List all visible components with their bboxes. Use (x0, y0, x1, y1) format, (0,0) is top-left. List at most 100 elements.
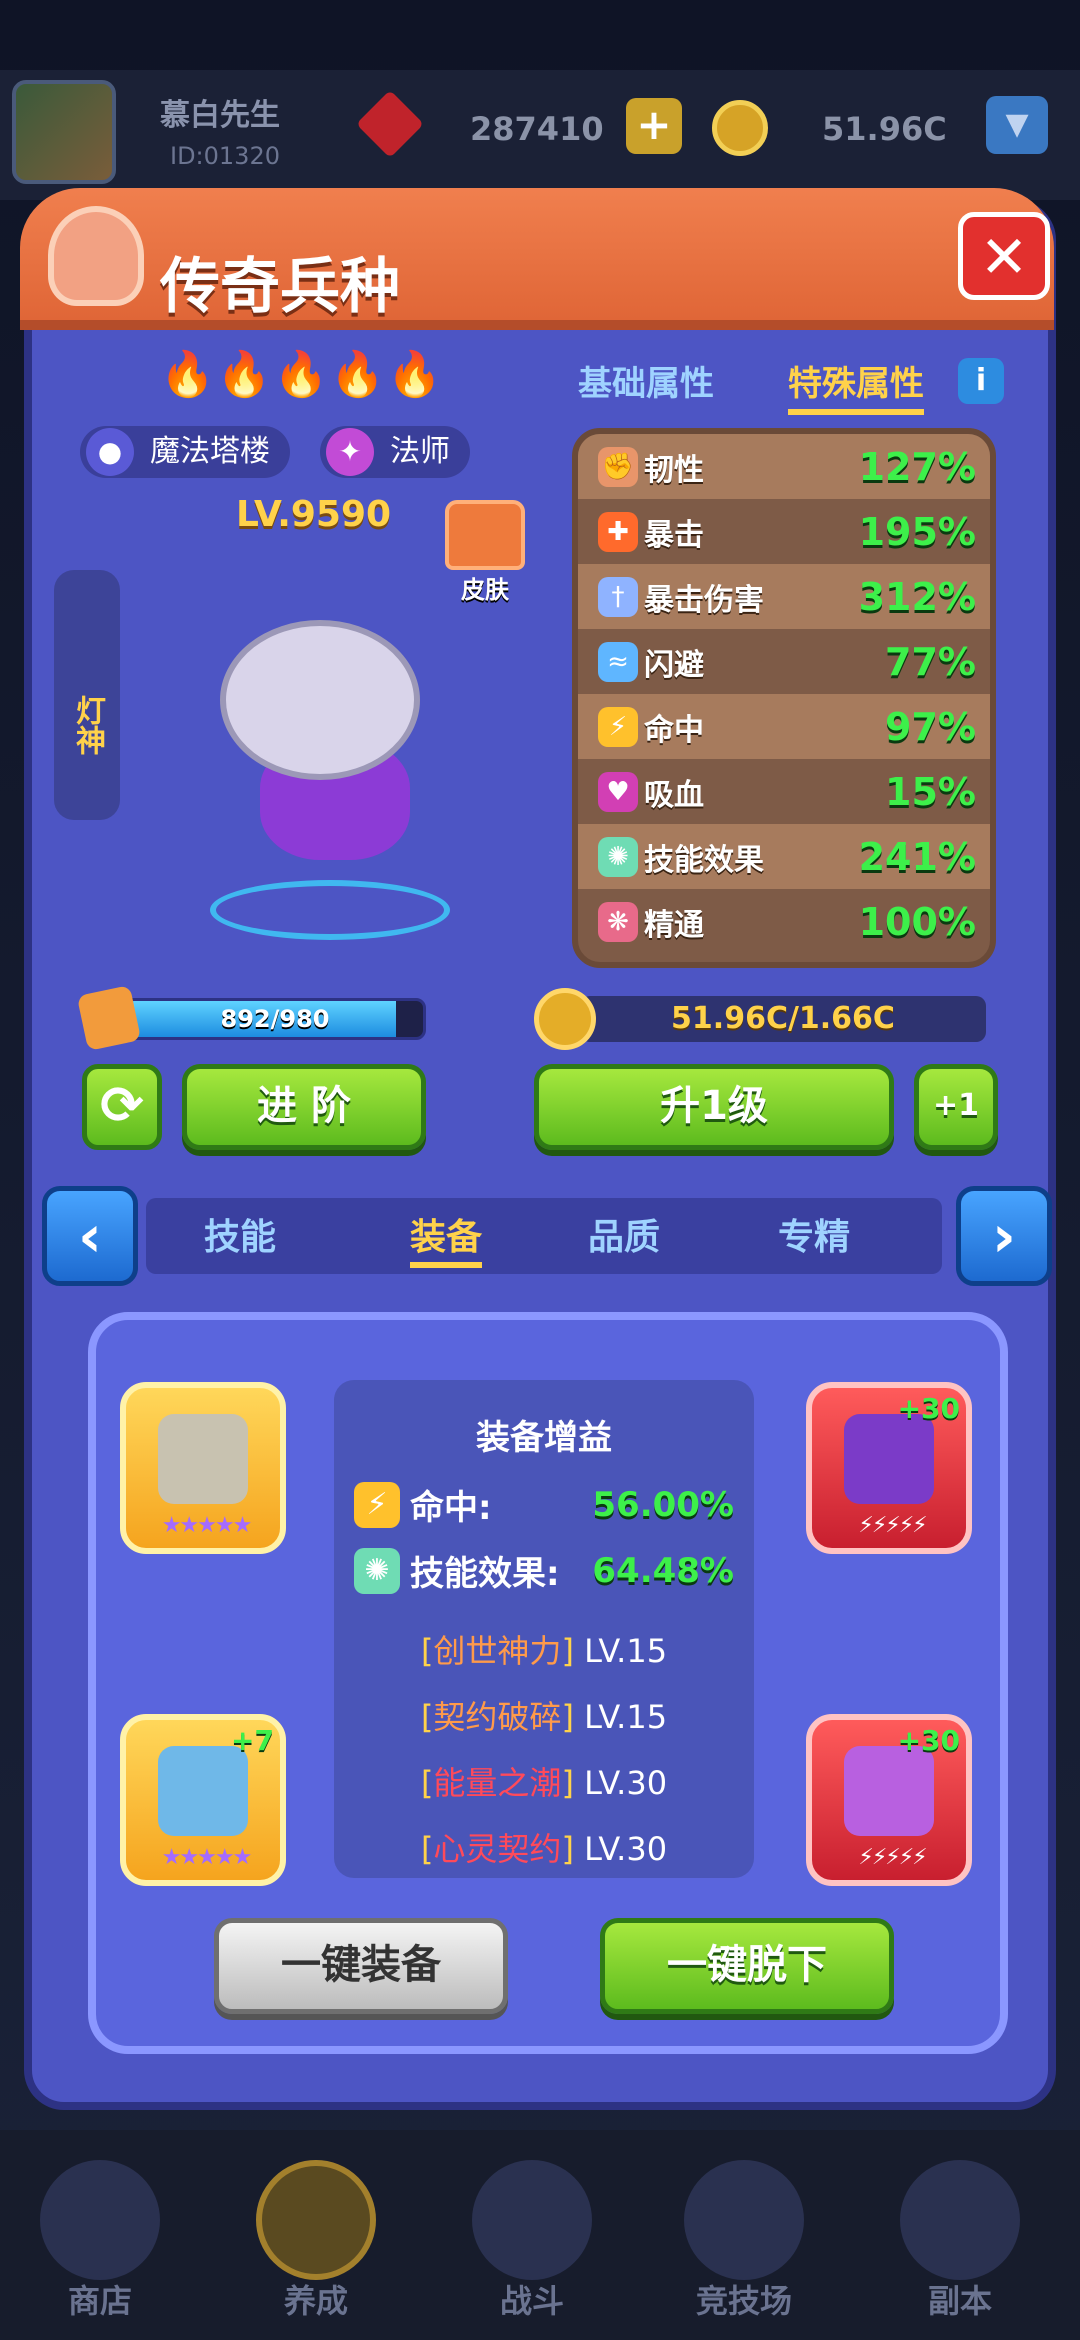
tower-label: 魔法塔楼 (150, 434, 270, 469)
tab-equipment[interactable]: 装备 (410, 1208, 483, 1268)
hero-portrait (180, 580, 500, 950)
nav-shop[interactable]: 商店 (20, 2160, 180, 2340)
plus-one-button[interactable]: +1 (914, 1064, 998, 1150)
class-label: 法师 (390, 434, 450, 469)
mage-icon: ✦ (326, 428, 374, 476)
bonus-label: 命中: (410, 1488, 492, 1528)
hero-base-ring (210, 880, 450, 940)
tab-quality[interactable]: 品质 (588, 1208, 660, 1260)
gift-icon (40, 2160, 160, 2280)
bonus-skill-effect: ✺ 技能效果: 64.48% (354, 1546, 734, 1595)
puzzle-piece-icon (76, 984, 142, 1052)
bonus-value: 64.48% (592, 1550, 734, 1591)
tab-special-attributes[interactable]: 特殊属性 (788, 356, 924, 415)
shard-progress-text: 892/980 (220, 1005, 330, 1033)
set-skill: [创世神力] LV.15 (420, 1632, 668, 1670)
weapon-slot[interactable]: +7 ★★★★★ (120, 1714, 286, 1886)
set-skill-name: 能量之潮 (433, 1764, 562, 1802)
skill-effect-icon: ✺ (354, 1547, 400, 1594)
helmet-icon (158, 1414, 248, 1504)
bonus-title: 装备增益 (476, 1418, 612, 1458)
armor-slot[interactable]: +30 ⚡⚡⚡⚡⚡ (806, 1382, 972, 1554)
class-tag: ✦ 法师 (320, 426, 470, 478)
crit-icon: ✚ (598, 511, 638, 552)
stat-label: 韧性 (644, 452, 704, 488)
stat-value: 312% (858, 574, 976, 619)
gem-count: 287410 (470, 110, 604, 148)
skill-effect-icon: ✺ (598, 836, 638, 877)
stat-value: 100% (858, 899, 976, 944)
bonus-value: 56.00% (592, 1484, 734, 1525)
set-skill: [契约破碎] LV.15 (420, 1698, 668, 1736)
nav-develop[interactable]: 养成 (236, 2160, 396, 2340)
stat-value: 195% (858, 509, 976, 554)
panel-title: 传奇兵种 (160, 252, 400, 322)
skin-icon (445, 500, 525, 570)
stat-row: ⚡ 命中 97% (578, 694, 990, 759)
nav-dungeon[interactable]: 副本 (880, 2160, 1040, 2340)
stat-row: ❋ 精通 100% (578, 889, 990, 954)
advance-button[interactable]: 进 阶 (182, 1064, 426, 1150)
nav-label: 养成 (283, 2282, 348, 2320)
next-arrow-button[interactable]: › (956, 1186, 1052, 1286)
stars: ★★★★★ (161, 1845, 253, 1870)
nav-label: 竞技场 (695, 2282, 792, 2320)
stat-value: 77% (885, 639, 976, 684)
accessory-slot[interactable]: +30 ⚡⚡⚡⚡⚡ (806, 1714, 972, 1886)
sword-icon: † (598, 576, 638, 617)
stat-value: 127% (858, 444, 976, 489)
add-gems-button[interactable]: + (626, 98, 682, 154)
upgrade-button[interactable]: 升1级 (534, 1064, 894, 1150)
tower-tag: ● 魔法塔楼 (80, 426, 290, 478)
nav-label: 副本 (927, 2282, 992, 2320)
tower-icon: ● (86, 428, 134, 476)
stat-label: 精通 (644, 907, 704, 943)
stars: ★★★★★ (161, 1513, 253, 1538)
heart-icon: ♥ (598, 771, 638, 812)
close-button[interactable]: ✕ (958, 212, 1050, 300)
enhance-level: +30 (897, 1724, 960, 1757)
hero-name-tab: 灯神 (54, 570, 120, 820)
player-name: 慕白先生 (160, 98, 280, 133)
crossed-swords-icon (472, 2160, 592, 2280)
lightning-icon: ⚡ (598, 706, 638, 747)
screen: 慕白先生 ID:01320 287410 + 51.96C ▼ 传奇兵种 ✕ 🔥… (0, 0, 1080, 2340)
stat-row: † 暴击伤害 312% (578, 564, 990, 629)
set-skill-name: 契约破碎 (433, 1698, 562, 1736)
info-icon[interactable]: i (958, 358, 1004, 404)
stat-label: 技能效果 (644, 842, 764, 878)
gold-coin-icon (534, 988, 596, 1050)
equip-all-button[interactable]: 一键装备 (214, 1918, 508, 2014)
stat-label: 吸血 (644, 777, 704, 813)
tab-skills[interactable]: 技能 (204, 1208, 276, 1260)
nav-arena[interactable]: 竞技场 (664, 2160, 824, 2340)
stat-row: ✚ 暴击 195% (578, 499, 990, 564)
star-flames: 🔥🔥🔥🔥🔥 (160, 349, 444, 400)
cards-icon (256, 2160, 376, 2280)
tab-mastery[interactable]: 专精 (778, 1208, 850, 1260)
stat-row: ✺ 技能效果 241% (578, 824, 990, 889)
prev-arrow-button[interactable]: ‹ (42, 1186, 138, 1286)
nav-battle[interactable]: 战斗 (452, 2160, 612, 2340)
gem-wings-icon (844, 1746, 934, 1836)
bonus-label: 技能效果: (410, 1554, 560, 1594)
stat-label: 闪避 (644, 647, 704, 683)
unequip-all-button[interactable]: 一键脱下 (600, 1918, 894, 2014)
stat-label: 命中 (644, 712, 704, 748)
nav-label: 战斗 (499, 2282, 564, 2320)
dodge-icon: ≈ (598, 641, 638, 682)
bonus-hit: ⚡ 命中: 56.00% (354, 1480, 734, 1529)
armor-icon (844, 1414, 934, 1504)
helmet-slot[interactable]: ★★★★★ (120, 1382, 286, 1554)
player-avatar[interactable] (12, 80, 116, 184)
tab-basic-attributes[interactable]: 基础属性 (578, 356, 714, 405)
lightning-icon: ⚡ (354, 1481, 400, 1528)
gold-count: 51.96C (822, 110, 947, 148)
enhance-level: +30 (897, 1392, 960, 1425)
refresh-button[interactable]: ⟳ (82, 1064, 162, 1150)
stat-row: ✊ 韧性 127% (578, 434, 990, 499)
dropdown-button[interactable]: ▼ (986, 96, 1048, 154)
stat-row: ≈ 闪避 77% (578, 629, 990, 694)
stat-label: 暴击伤害 (644, 582, 764, 618)
set-skill: [心灵契约] LV.30 (420, 1830, 668, 1868)
